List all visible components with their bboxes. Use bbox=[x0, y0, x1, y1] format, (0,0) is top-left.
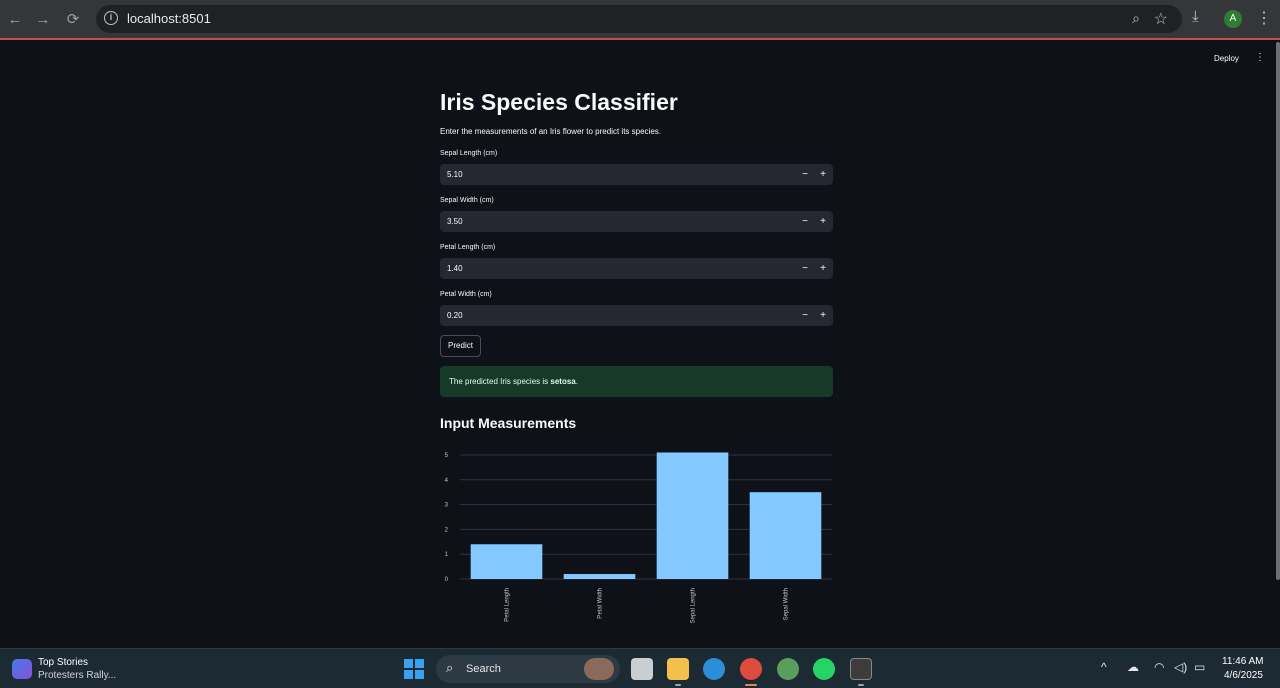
battery-icon[interactable]: ▭ bbox=[1194, 660, 1205, 674]
search-label: Search bbox=[466, 663, 501, 675]
app-menu-icon[interactable]: ⋮ bbox=[1255, 52, 1265, 63]
forward-arrow-icon[interactable]: → bbox=[32, 9, 54, 31]
predicted-species: setosa bbox=[550, 377, 576, 386]
petal-width-input[interactable]: 0.20 − + bbox=[440, 305, 833, 326]
page-subtitle: Enter the measurements of an Iris flower… bbox=[440, 127, 661, 136]
sepal-length-value[interactable]: 5.10 bbox=[447, 170, 463, 179]
address-bar[interactable]: i localhost:8501 ⌕ ☆ bbox=[96, 5, 1182, 33]
page-title: Iris Species Classifier bbox=[440, 89, 678, 115]
increment-button[interactable]: + bbox=[815, 261, 831, 276]
predict-button[interactable]: Predict bbox=[440, 335, 481, 357]
measurements-bar-chart: 0 1 2 3 4 5 Petal Length Petal Width Sepal Lengt… bbox=[445, 452, 832, 623]
profile-avatar[interactable]: A bbox=[1224, 10, 1242, 28]
clock-date[interactable]: 4/6/2025 bbox=[1224, 670, 1263, 681]
clock-time[interactable]: 11:46 AM bbox=[1222, 656, 1264, 667]
taskbar: Top Stories Protesters Rally... ⌕ Search… bbox=[0, 648, 1280, 688]
show-hidden-icons-icon[interactable]: ^ bbox=[1101, 660, 1107, 674]
decrement-button[interactable]: − bbox=[797, 261, 813, 276]
browser-toolbar: ← → ⟳ i localhost:8501 ⌕ ☆ ⤓ A ⋮ bbox=[0, 0, 1280, 40]
petal-width-label: Petal Width (cm) bbox=[440, 291, 492, 298]
taskbar-search[interactable]: ⌕ Search bbox=[436, 655, 620, 683]
bar-petal-length[interactable] bbox=[470, 544, 543, 579]
x-tick-label: Sepal Width bbox=[784, 588, 790, 620]
increment-button[interactable]: + bbox=[815, 308, 831, 323]
decrement-button[interactable]: − bbox=[797, 214, 813, 229]
bar-sepal-width[interactable] bbox=[749, 492, 822, 579]
decrement-button[interactable]: − bbox=[797, 308, 813, 323]
deploy-button[interactable]: Deploy bbox=[1214, 54, 1239, 63]
file-explorer-icon[interactable] bbox=[667, 658, 689, 680]
increment-button[interactable]: + bbox=[815, 167, 831, 182]
slack-icon[interactable] bbox=[777, 658, 799, 680]
petal-length-input[interactable]: 1.40 − + bbox=[440, 258, 833, 279]
petal-length-label: Petal Length (cm) bbox=[440, 244, 496, 251]
news-widget-icon[interactable] bbox=[12, 659, 32, 679]
petal-width-value[interactable]: 0.20 bbox=[447, 311, 463, 320]
news-title[interactable]: Top Stories bbox=[38, 657, 88, 668]
search-icon: ⌕ bbox=[446, 660, 454, 675]
whatsapp-icon[interactable] bbox=[813, 658, 835, 680]
sepal-width-value[interactable]: 3.50 bbox=[447, 217, 463, 226]
volume-icon[interactable]: ◁) bbox=[1174, 660, 1187, 674]
increment-button[interactable]: + bbox=[815, 214, 831, 229]
news-subtitle[interactable]: Protesters Rally... bbox=[38, 670, 116, 681]
search-highlight-image bbox=[584, 658, 614, 680]
wifi-icon[interactable]: ◠ bbox=[1154, 660, 1164, 674]
back-arrow-icon[interactable]: ← bbox=[4, 9, 26, 31]
app-container: Deploy ⋮ Iris Species Classifier Enter t… bbox=[0, 42, 1280, 648]
running-indicator bbox=[675, 684, 681, 686]
active-indicator bbox=[745, 684, 757, 686]
zoom-icon[interactable]: ⌕ bbox=[1132, 10, 1140, 27]
sepal-length-label: Sepal Length (cm) bbox=[440, 150, 498, 157]
y-tick-label: 2 bbox=[445, 527, 449, 533]
cloud-offline-icon[interactable]: ☁ bbox=[1127, 660, 1139, 674]
site-info-icon[interactable]: i bbox=[104, 11, 118, 25]
result-suffix: . bbox=[575, 377, 578, 386]
chrome-browser-icon[interactable] bbox=[740, 658, 762, 680]
result-prefix: The predicted Iris species is bbox=[449, 377, 551, 386]
y-tick-label: 4 bbox=[445, 478, 449, 484]
terminal-icon[interactable] bbox=[850, 658, 872, 680]
sepal-width-input[interactable]: 3.50 − + bbox=[440, 211, 833, 232]
chart-section-title: Input Measurements bbox=[440, 415, 577, 431]
x-tick-label: Petal Width bbox=[598, 588, 604, 619]
x-tick-label: Petal Length bbox=[505, 588, 511, 622]
bar-sepal-length[interactable] bbox=[656, 452, 729, 579]
y-tick-label: 3 bbox=[445, 503, 449, 509]
reload-icon[interactable]: ⟳ bbox=[62, 9, 84, 31]
bar-petal-width[interactable] bbox=[563, 574, 636, 579]
browser-menu-icon[interactable]: ⋮ bbox=[1256, 8, 1272, 28]
scrollbar[interactable] bbox=[1276, 42, 1280, 580]
edge-browser-icon[interactable] bbox=[703, 658, 725, 680]
x-tick-label: Sepal Length bbox=[691, 588, 697, 623]
sepal-length-input[interactable]: 5.10 − + bbox=[440, 164, 833, 185]
result-text: The predicted Iris species is setosa. bbox=[449, 377, 578, 386]
windows-start-icon[interactable] bbox=[404, 659, 424, 679]
y-tick-label: 0 bbox=[445, 577, 449, 583]
petal-length-value[interactable]: 1.40 bbox=[447, 264, 463, 273]
running-indicator bbox=[858, 684, 864, 686]
success-alert: The predicted Iris species is setosa. bbox=[440, 366, 833, 397]
task-view-icon[interactable] bbox=[631, 658, 653, 680]
sepal-width-label: Sepal Width (cm) bbox=[440, 197, 494, 204]
decrement-button[interactable]: − bbox=[797, 167, 813, 182]
y-tick-label: 1 bbox=[445, 552, 449, 558]
url-text[interactable]: localhost:8501 bbox=[127, 11, 211, 26]
bookmark-star-icon[interactable]: ☆ bbox=[1154, 9, 1168, 29]
y-tick-label: 5 bbox=[445, 453, 449, 459]
download-icon[interactable]: ⤓ bbox=[1192, 8, 1199, 25]
